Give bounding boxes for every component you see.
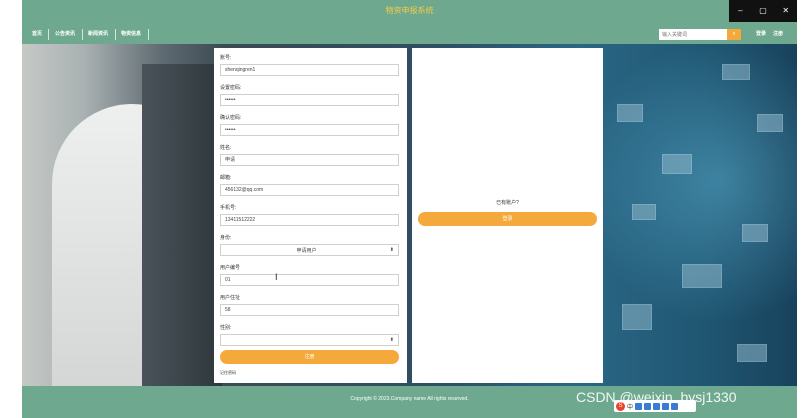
nav-divider [48,29,49,40]
ime-punct-icon[interactable] [635,402,643,410]
nav-divider [148,29,149,40]
background-thumbnail [662,154,692,174]
title-bar: 物资申报系统 – ▢ ✕ [22,0,797,22]
nav-item-home[interactable]: 首页 [32,30,42,37]
user-address-label: 用户住址 [220,295,241,301]
search-button[interactable]: ⌕ [727,29,741,40]
background-thumbnail [617,104,643,122]
ime-emoji-icon[interactable] [644,402,652,410]
login-button[interactable]: 登录 [418,212,597,226]
app-window: 物资申报系统 – ▢ ✕ 首页 公告资讯 新闻资讯 物资信息 ⌕ 登录 注册 [22,0,797,418]
email-input[interactable]: 456132@qq.com [220,184,399,196]
select-caret-icon: ⬍ [389,247,394,253]
nav-divider [82,29,83,40]
nav-divider [115,29,116,40]
nav-item-notices[interactable]: 公告资讯 [55,30,75,37]
login-panel: 已有账户? 登录 [412,48,603,383]
background-thumbnail [622,304,652,330]
close-button[interactable]: ✕ [774,0,797,22]
phone-label: 手机号: [220,205,237,211]
remember-password[interactable]: 记住密码 [220,370,236,376]
ime-keyboard-icon[interactable] [653,402,661,410]
nav-bar: 首页 公告资讯 新闻资讯 物资信息 ⌕ 登录 注册 [22,24,797,46]
ime-mode[interactable]: 中 [627,402,633,411]
confirm-password-label: 确认密码: [220,115,242,121]
has-account-text: 已有账户? [496,200,519,206]
background-thumbnail [682,264,722,288]
ime-toolbar[interactable]: S 中 [614,400,696,412]
nav-item-news[interactable]: 新闻资讯 [88,30,108,37]
text-cursor-icon: I [275,272,278,282]
background-thumbnail [722,64,750,80]
name-label: 姓名: [220,145,232,151]
name-input[interactable]: 申请 [220,154,399,166]
account-input[interactable]: shenqingren1 [220,64,399,76]
background-jacket [142,64,222,386]
email-label: 邮箱: [220,175,232,181]
user-number-input[interactable]: 01 [220,274,399,286]
gender-label: 性别: [220,325,232,331]
maximize-button[interactable]: ▢ [752,0,775,22]
register-button[interactable]: 注册 [220,350,399,364]
nav-register-link[interactable]: 注册 [773,30,783,37]
background-thumbnail [737,344,767,362]
password-input[interactable]: •••••• [220,94,399,106]
minimize-button[interactable]: – [729,0,752,22]
background-thumbnail [632,204,656,220]
background-image [22,44,797,386]
ime-menu-icon[interactable] [671,402,679,410]
select-caret-icon: ⬍ [389,337,394,343]
user-number-label: 用户编号 [220,265,241,271]
window-controls: – ▢ ✕ [729,0,797,22]
search-input[interactable] [659,29,727,40]
account-label: 账号: [220,55,232,61]
background-thumbnail [757,114,783,132]
ime-skin-icon[interactable] [662,402,670,410]
gender-select[interactable]: ⬍ [220,334,399,346]
nav-item-supplies[interactable]: 物资信息 [121,30,141,37]
register-form: 账号: shenqingren1 设置密码: •••••• 确认密码: ••••… [214,48,407,383]
user-address-input[interactable]: 58 [220,304,399,316]
app-title: 物资申报系统 [385,6,434,15]
ime-logo-icon: S [616,401,625,411]
phone-input[interactable]: 13411512222 [220,214,399,226]
role-select[interactable]: 申请用户 ⬍ [220,244,399,256]
role-label: 身份: [220,235,232,241]
confirm-password-input[interactable]: •••••• [220,124,399,136]
password-label: 设置密码: [220,85,242,91]
role-select-value: 申请用户 [296,248,317,254]
nav-login-link[interactable]: 登录 [756,30,766,37]
background-thumbnail [742,224,768,242]
search-icon: ⌕ [732,31,736,37]
